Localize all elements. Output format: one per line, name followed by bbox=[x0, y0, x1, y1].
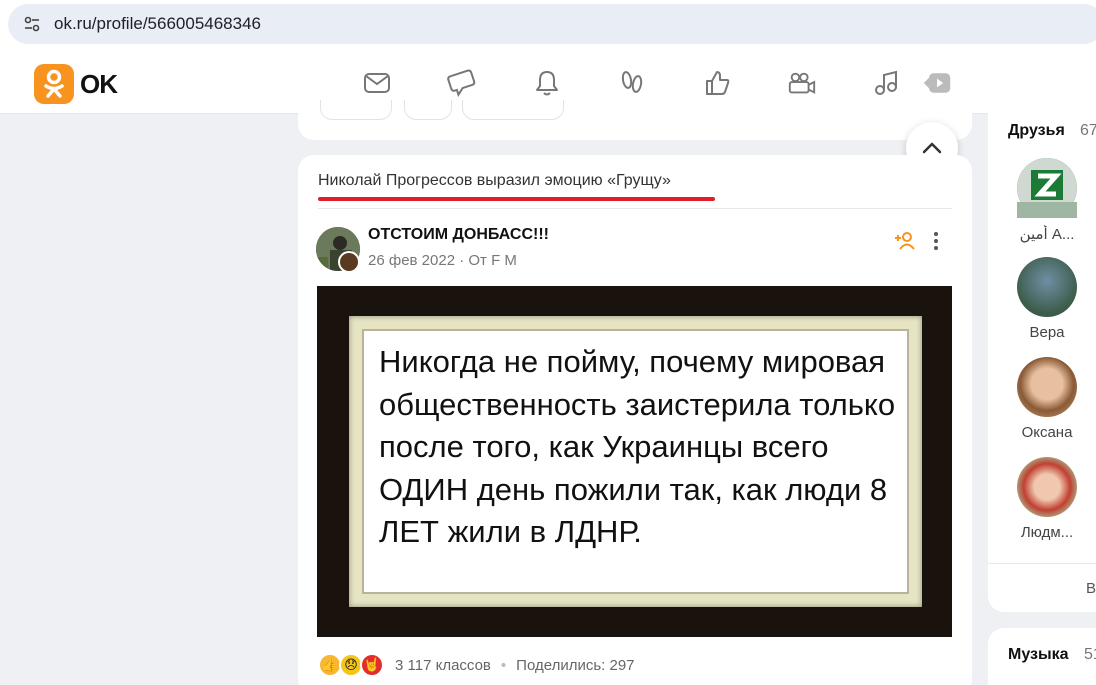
prev-action-pill[interactable] bbox=[404, 100, 452, 120]
image-quote-text: Никогда не пойму, почему мировая обществ… bbox=[379, 344, 896, 549]
friends-count: 67 bbox=[1080, 122, 1096, 139]
friend-avatar bbox=[1017, 357, 1077, 417]
guests-icon[interactable] bbox=[617, 68, 647, 98]
image-frame: Никогда не пойму, почему мировая обществ… bbox=[349, 316, 922, 607]
music-count: 51 bbox=[1084, 646, 1096, 663]
shares-count[interactable]: Поделились: 297 bbox=[516, 657, 634, 674]
post-reactions: 👍 😞 🤘 3 117 классов • Поделились: 297 bbox=[318, 653, 635, 677]
browser-address-bar: ok.ru/profile/566005468346 bbox=[0, 0, 1096, 52]
friend-item[interactable]: Людм... bbox=[1016, 457, 1078, 541]
add-friend-icon[interactable] bbox=[894, 229, 918, 253]
friend-name: Вера bbox=[1029, 324, 1065, 341]
more-options-icon[interactable] bbox=[928, 229, 944, 253]
rock-reaction-icon[interactable]: 🤘 bbox=[360, 653, 384, 677]
chat-icon[interactable] bbox=[447, 68, 477, 98]
friend-item[interactable]: أمين A... bbox=[1016, 158, 1078, 243]
activity-underline bbox=[318, 197, 715, 201]
music-icon[interactable] bbox=[872, 68, 902, 98]
ok-logo-icon bbox=[34, 64, 74, 104]
prev-action-pill[interactable] bbox=[320, 100, 392, 120]
reactions-count[interactable]: 3 117 классов bbox=[395, 657, 491, 674]
friend-avatar bbox=[1017, 158, 1077, 218]
prev-action-pill[interactable] bbox=[462, 100, 564, 120]
mail-icon[interactable] bbox=[362, 68, 392, 98]
site-settings-icon[interactable] bbox=[20, 12, 44, 36]
friends-title[interactable]: Друзья bbox=[1008, 122, 1065, 140]
post-image[interactable]: Никогда не пойму, почему мировая обществ… bbox=[317, 286, 952, 637]
friends-widget: Друзья 67 أمين A... Вера Оксана Людм... … bbox=[988, 100, 1096, 612]
friend-name: Людм... bbox=[1020, 524, 1074, 541]
friend-avatar bbox=[1017, 457, 1077, 517]
logo-text: OK bbox=[80, 68, 118, 99]
url-text[interactable]: ok.ru/profile/566005468346 bbox=[54, 14, 261, 34]
url-field[interactable]: ok.ru/profile/566005468346 bbox=[8, 4, 1096, 44]
video-play-icon[interactable] bbox=[922, 68, 952, 98]
like-icon[interactable] bbox=[702, 68, 732, 98]
group-name-link[interactable]: ОТСТОИМ ДОНБАСС!!! bbox=[368, 226, 549, 244]
feed-post-card: Николай Прогрессов выразил эмоцию «Грущу… bbox=[298, 155, 972, 685]
divider bbox=[318, 208, 952, 209]
all-friends-link[interactable]: В bbox=[1086, 580, 1096, 597]
post-meta: 26 фев 2022 · От F M bbox=[368, 252, 517, 269]
divider bbox=[988, 563, 1096, 564]
previous-post-footer bbox=[298, 100, 972, 140]
reactions-separator: • bbox=[500, 656, 507, 674]
friend-name: Оксана bbox=[1021, 424, 1073, 441]
music-title[interactable]: Музыка bbox=[1008, 646, 1069, 664]
meta-separator: · bbox=[459, 252, 465, 269]
author-avatar[interactable] bbox=[338, 251, 360, 273]
friend-item[interactable]: Вера bbox=[1016, 257, 1078, 341]
music-widget: Музыка 51 bbox=[988, 628, 1096, 685]
video-icon[interactable] bbox=[787, 68, 817, 98]
post-author[interactable]: От F M bbox=[468, 252, 517, 269]
activity-text[interactable]: Николай Прогрессов выразил эмоцию «Грущу… bbox=[318, 172, 671, 190]
friend-name: أمين A... bbox=[1019, 226, 1075, 243]
chevron-up-icon bbox=[922, 142, 942, 154]
friend-avatar bbox=[1017, 257, 1077, 317]
bell-icon[interactable] bbox=[532, 68, 562, 98]
ok-logo[interactable]: OK bbox=[34, 64, 118, 104]
friend-item[interactable]: Оксана bbox=[1016, 357, 1078, 441]
image-frame-inner: Никогда не пойму, почему мировая обществ… bbox=[362, 329, 909, 594]
post-date[interactable]: 26 фев 2022 bbox=[368, 252, 455, 269]
